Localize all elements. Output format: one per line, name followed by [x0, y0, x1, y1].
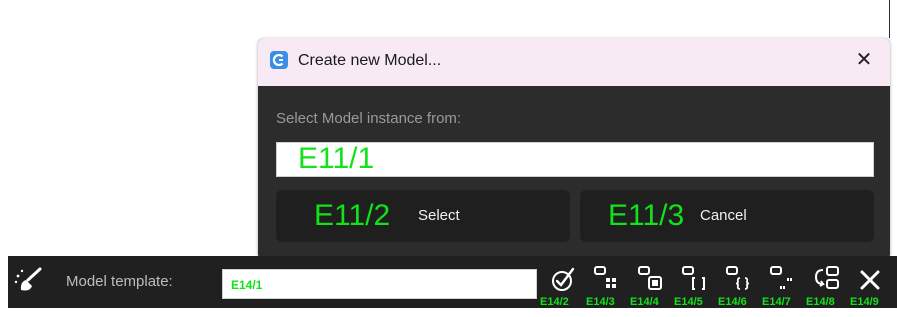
close-icon[interactable]: ✕ — [852, 48, 876, 72]
icon-tag: E14/3 — [586, 296, 615, 308]
select-button-tag: E11/2 — [314, 199, 391, 232]
app-logo-icon — [270, 51, 288, 69]
icon-tag: E14/9 — [850, 296, 879, 308]
bottom-toolbar: Model template: E14/1 E14/2 E14/3 E14/4 … — [8, 256, 897, 308]
array-object-icon[interactable] — [680, 264, 710, 294]
icon-tag: E14/6 — [718, 296, 747, 308]
vertical-divider — [889, 0, 890, 38]
check-circle-icon[interactable] — [548, 264, 578, 294]
icon-tag: E14/7 — [762, 296, 791, 308]
cancel-button[interactable]: E11/3 Cancel — [580, 190, 874, 242]
create-model-dialog: Create new Model... ✕ Select Model insta… — [258, 38, 890, 260]
dialog-title: Create new Model... — [298, 52, 442, 69]
grid-object-icon[interactable] — [592, 264, 622, 294]
select-button[interactable]: E11/2 Select — [276, 190, 570, 242]
model-template-label: Model template: — [66, 273, 173, 290]
icon-tag: E14/5 — [674, 296, 703, 308]
select-button-label: Select — [418, 207, 460, 224]
cancel-button-label: Cancel — [700, 207, 747, 224]
list-object-icon[interactable] — [636, 264, 666, 294]
template-input-tag: E14/1 — [231, 278, 263, 292]
input-element-tag: E11/1 — [298, 142, 375, 175]
swap-object-icon[interactable] — [812, 264, 842, 294]
icon-tag: E14/8 — [806, 296, 835, 308]
icon-tag: E14/4 — [630, 296, 659, 308]
icon-tag: E14/2 — [540, 296, 569, 308]
dict-object-icon[interactable] — [724, 264, 754, 294]
dialog-titlebar: Create new Model... ✕ — [258, 38, 890, 86]
close-icon[interactable] — [856, 264, 886, 294]
cancel-button-tag: E11/3 — [608, 199, 685, 232]
model-template-input[interactable]: E14/1 — [222, 269, 537, 299]
select-prompt-label: Select Model instance from: — [276, 110, 462, 127]
brush-icon[interactable] — [12, 264, 48, 300]
string-object-icon[interactable] — [768, 264, 798, 294]
